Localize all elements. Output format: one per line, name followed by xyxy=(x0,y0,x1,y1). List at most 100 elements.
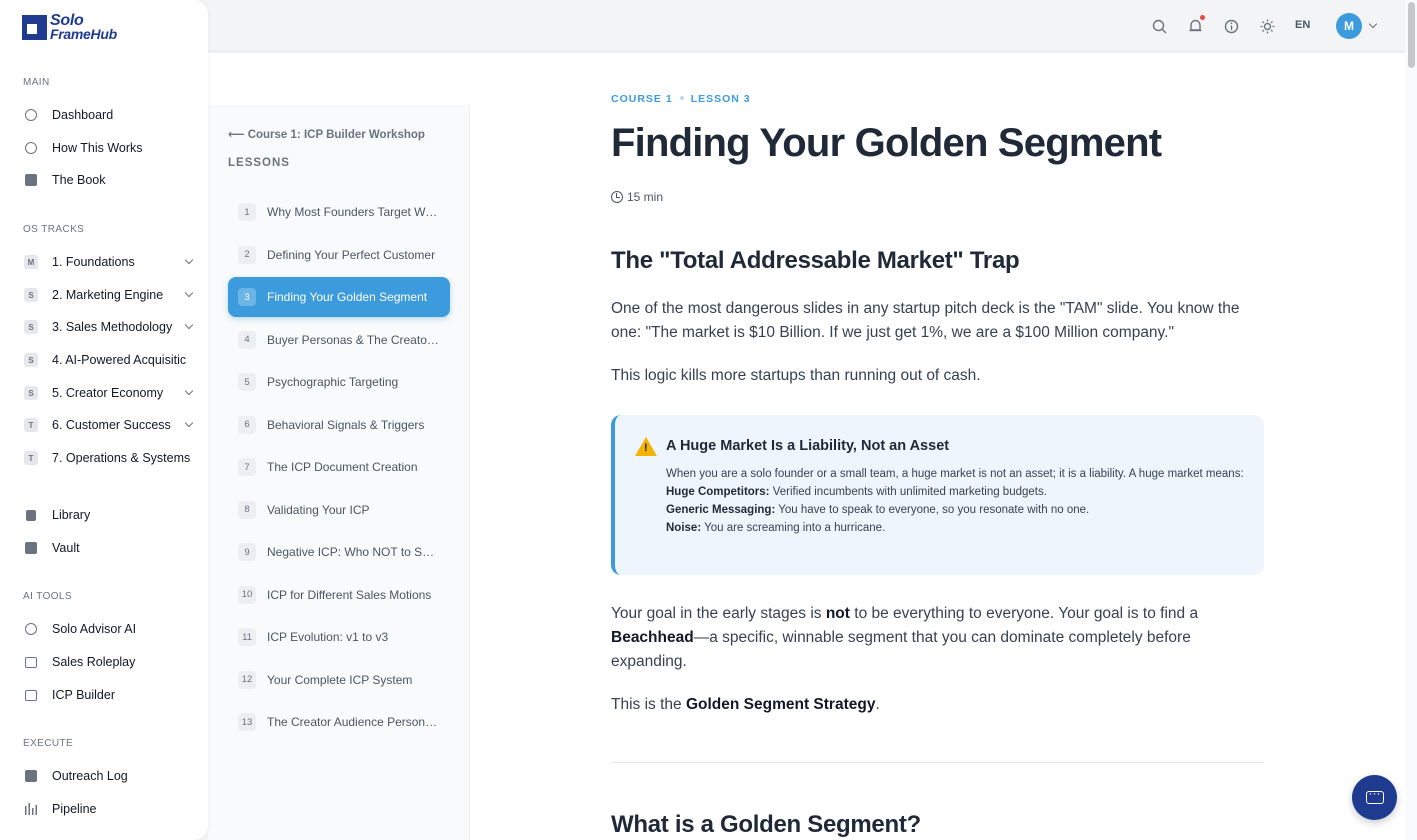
callout-intro: When you are a solo founder or a small t… xyxy=(666,468,1244,480)
document-icon xyxy=(24,688,38,702)
callout-body: When you are a solo founder or a small t… xyxy=(666,465,1246,537)
lesson-title: The ICP Document Creation xyxy=(267,460,418,474)
sidebar-track-sales-methodology[interactable]: S 3. Sales Methodology xyxy=(24,316,194,338)
search-icon[interactable] xyxy=(1151,18,1167,34)
sidebar-item-solo-advisor-ai[interactable]: Solo Advisor AI xyxy=(24,618,194,640)
sidebar-item-label: The Book xyxy=(52,173,106,187)
lesson-item[interactable]: 13 The Creator Audience Persona Map xyxy=(228,702,450,742)
lesson-item[interactable]: 3 Finding Your Golden Segment xyxy=(228,277,450,317)
sidebar-item-label: Pipeline xyxy=(52,802,97,816)
arrow-left-icon: ⟵ xyxy=(228,129,245,141)
lesson-duration: 15 min xyxy=(611,190,663,204)
sidebar-track-creator-economy[interactable]: S 5. Creator Economy xyxy=(24,382,194,404)
track-badge: T xyxy=(24,418,38,432)
divider xyxy=(611,762,1264,763)
section-heading: The "Total Addressable Market" Trap xyxy=(611,247,1020,274)
scrollbar[interactable] xyxy=(1405,0,1417,840)
brand-logo[interactable]: Solo FrameHub xyxy=(22,13,117,41)
theme-toggle-sun-icon[interactable] xyxy=(1259,18,1275,34)
page-title: Finding Your Golden Segment xyxy=(611,121,1162,165)
sidebar-item-label: Sales Roleplay xyxy=(52,655,136,669)
sidebar-item-how-this-works[interactable]: How This Works xyxy=(24,137,194,159)
lesson-item[interactable]: 7 The ICP Document Creation xyxy=(228,447,450,487)
sidebar-track-operations-systems[interactable]: T 7. Operations & Systems xyxy=(24,447,194,469)
lesson-number: 13 xyxy=(238,713,256,731)
section-label-main: MAIN xyxy=(23,77,50,88)
lesson-title: ICP Evolution: v1 to v3 xyxy=(267,630,389,644)
chevron-down-icon[interactable] xyxy=(184,418,194,428)
lessons-panel: ⟵ Course 1: ICP Builder Workshop LESSONS… xyxy=(208,105,470,840)
breadcrumb: COURSE 1 LESSON 3 xyxy=(611,93,751,105)
sidebar-item-label: 4. AI-Powered Acquisitic xyxy=(52,353,187,367)
monitor-icon xyxy=(24,655,38,669)
lesson-number: 11 xyxy=(238,628,256,646)
track-badge: M xyxy=(24,255,38,269)
lesson-item[interactable]: 8 Validating Your ICP xyxy=(228,490,450,530)
sidebar-item-label: Dashboard xyxy=(52,108,114,122)
scrollbar-thumb[interactable] xyxy=(1408,2,1415,68)
chevron-down-icon[interactable] xyxy=(184,288,194,298)
sidebar-item-dashboard[interactable]: Dashboard xyxy=(24,104,194,126)
sidebar-item-label: Library xyxy=(52,508,91,522)
notifications-icon[interactable] xyxy=(1187,15,1205,34)
lesson-title: Validating Your ICP xyxy=(267,502,370,517)
callout-title: A Huge Market Is a Liability, Not an Ass… xyxy=(666,438,950,454)
back-to-course-link[interactable]: ⟵ Course 1: ICP Builder Workshop xyxy=(228,127,425,141)
lesson-number: 3 xyxy=(238,288,256,306)
sidebar-item-label: ICP Builder xyxy=(52,688,115,702)
sidebar-track-foundations[interactable]: M 1. Foundations xyxy=(24,251,194,273)
lessons-heading: LESSONS xyxy=(228,157,290,169)
sidebar-item-outreach-log[interactable]: Outreach Log xyxy=(24,765,194,787)
sidebar-item-sales-roleplay[interactable]: Sales Roleplay xyxy=(24,651,194,673)
logo-mark-icon xyxy=(22,15,47,40)
lesson-title: Behavioral Signals & Triggers xyxy=(267,417,425,432)
lesson-title: The Creator Audience Persona Map xyxy=(267,715,439,729)
lesson-number: 8 xyxy=(238,500,256,519)
sidebar-item-vault[interactable]: Vault xyxy=(24,537,194,559)
track-badge: T xyxy=(24,451,38,465)
paragraph: Your goal in the early stages is not to … xyxy=(611,605,1199,670)
lesson-title: Finding Your Golden Segment xyxy=(267,290,428,304)
bars-icon xyxy=(24,802,38,816)
warning-icon xyxy=(635,437,657,456)
paragraph: This is the Golden Segment Strategy. xyxy=(611,696,880,713)
callout-bullet: Huge Competitors: Verified incumbents wi… xyxy=(666,486,1047,498)
info-icon[interactable] xyxy=(1223,18,1239,34)
lesson-item[interactable]: 1 Why Most Founders Target Wrong xyxy=(228,192,450,232)
chevron-down-icon[interactable] xyxy=(184,386,194,396)
lesson-item[interactable]: 6 Behavioral Signals & Triggers xyxy=(228,405,450,445)
clock-icon xyxy=(24,108,38,122)
sidebar-item-pipeline[interactable]: Pipeline xyxy=(24,798,194,820)
lesson-item[interactable]: 2 Defining Your Perfect Customer xyxy=(228,235,450,275)
sidebar-track-customer-success[interactable]: T 6. Customer Success xyxy=(24,414,194,436)
lesson-item[interactable]: 12 Your Complete ICP System xyxy=(228,660,450,700)
lesson-title: Psychographic Targeting xyxy=(267,375,399,389)
sidebar-track-ai-powered-acquisition[interactable]: S 4. AI-Powered Acquisitic xyxy=(24,349,194,371)
paragraph: One of the most dangerous slides in any … xyxy=(611,300,1240,341)
top-bar: EN M xyxy=(208,0,1405,52)
chevron-down-icon[interactable] xyxy=(184,320,194,330)
sidebar-item-the-book[interactable]: The Book xyxy=(24,169,194,191)
lesson-item[interactable]: 11 ICP Evolution: v1 to v3 xyxy=(228,617,450,657)
breadcrumb-lesson: LESSON 3 xyxy=(690,93,751,105)
lesson-item[interactable]: 10 ICP for Different Sales Motions xyxy=(228,575,450,615)
lesson-number: 5 xyxy=(238,373,256,391)
sidebar-track-marketing-engine[interactable]: S 2. Marketing Engine xyxy=(24,284,194,306)
language-selector[interactable]: EN xyxy=(1295,19,1310,31)
chevron-down-icon[interactable] xyxy=(184,255,194,265)
sidebar-item-label: Solo Advisor AI xyxy=(52,622,137,636)
lesson-item[interactable]: 9 Negative ICP: Who NOT to Sell To xyxy=(228,532,450,572)
sidebar-item-icp-builder[interactable]: ICP Builder xyxy=(24,684,194,706)
avatar[interactable]: M xyxy=(1336,13,1362,39)
lesson-item[interactable]: 5 Psychographic Targeting xyxy=(228,362,450,402)
breadcrumb-course[interactable]: COURSE 1 xyxy=(611,93,673,105)
sidebar-item-label: 2. Marketing Engine xyxy=(52,288,164,302)
sidebar-item-label: 3. Sales Methodology xyxy=(52,320,173,334)
sidebar-item-library[interactable]: Library xyxy=(24,504,194,526)
lesson-title: Why Most Founders Target Wrong xyxy=(267,205,439,219)
chat-button[interactable] xyxy=(1352,775,1397,820)
lesson-number: 1 xyxy=(238,203,256,221)
section-label-os-tracks: OS TRACKS xyxy=(23,224,85,235)
lesson-item[interactable]: 4 Buyer Personas & The Creator Audience xyxy=(228,320,450,360)
chevron-down-icon[interactable] xyxy=(1368,19,1378,29)
